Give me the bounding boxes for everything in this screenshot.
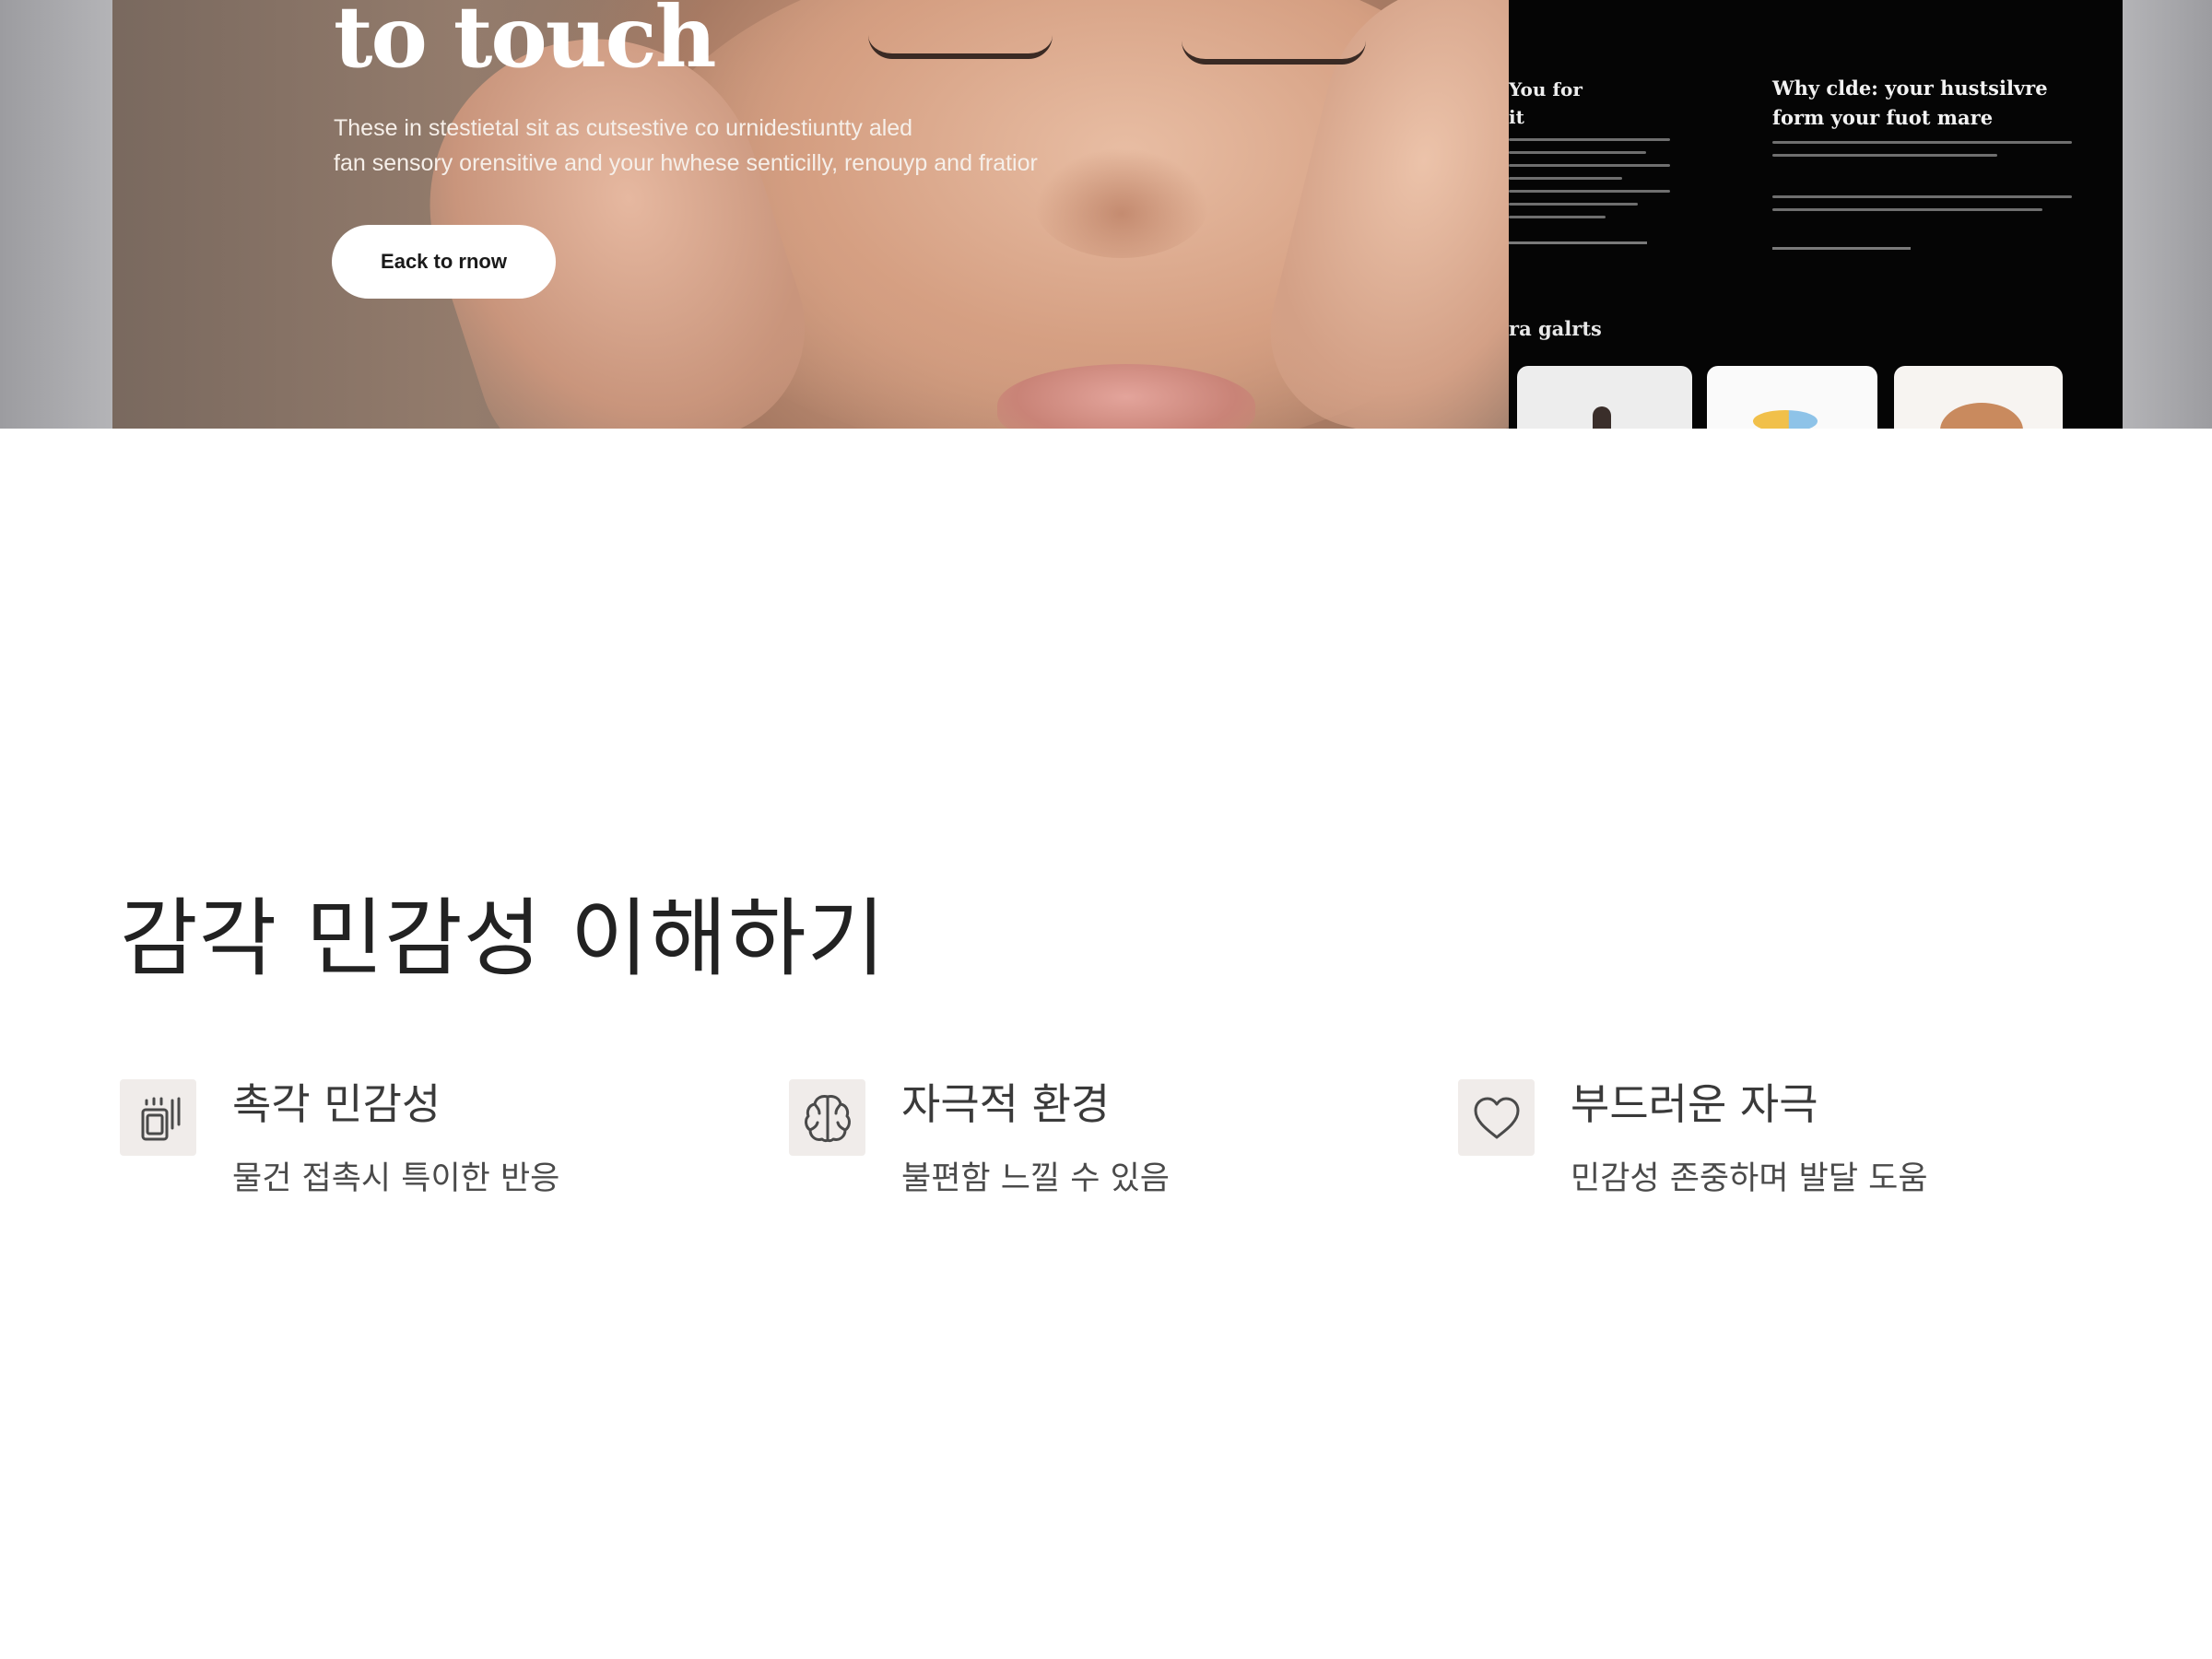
hero-image: to touch These in stestietal sit as cuts… <box>112 0 1509 429</box>
hero-subtitle-line-1: These in stestietal sit as cutsestive co… <box>334 115 913 141</box>
feature-touch-sensitivity: 촉각 민감성 물건 접촉시 특이한 반응 <box>120 1077 765 1224</box>
brain-icon <box>789 1079 865 1156</box>
feature-gentle-stimulation: 부드러운 자극 민감성 존중하며 발달 도움 <box>1458 1077 2103 1224</box>
touch-device-icon <box>120 1079 196 1156</box>
feature-description: 민감성 존중하며 발달 도움 <box>1571 1160 1928 1197</box>
panel-column-b-title: Why clde: your hustsilvre form your fuot… <box>1772 76 2048 129</box>
section-title: 감각 민감성 이해하기 <box>120 889 887 988</box>
panel-column-b-text-1 <box>1772 141 2072 167</box>
panel-column-a-footer <box>1509 241 1647 244</box>
hero-subtitle: These in stestietal sit as cutsestive co… <box>334 111 1163 181</box>
gallery-thumbnail-1 <box>1517 366 1692 429</box>
feature-description: 물건 접촉시 특이한 반응 <box>232 1160 560 1197</box>
panel-column-b-footer <box>1772 247 1911 250</box>
hero-subtitle-line-2: fan sensory orensitive and your hwhese s… <box>334 150 1038 176</box>
banner-right-margin <box>2123 0 2212 429</box>
closed-eye-right <box>1182 41 1366 65</box>
feature-title: 자극적 환경 <box>901 1079 1111 1129</box>
hero-title: to touch <box>334 0 717 87</box>
feature-description: 불편함 느낄 수 있음 <box>901 1160 1170 1197</box>
panel-column-a-text <box>1509 138 1670 229</box>
feature-title: 촉각 민감성 <box>232 1079 441 1129</box>
panel-column-a-title: You for it <box>1509 78 1583 128</box>
closed-eye-left <box>868 35 1053 59</box>
gallery-thumbnail-3 <box>1894 366 2063 429</box>
hero-cta-button[interactable]: Eack to rnow <box>332 225 556 299</box>
dark-side-panel: You for it Why clde: your hustsilvre for… <box>1509 0 2123 429</box>
feature-stimulating-environment: 자극적 환경 불편함 느낄 수 있음 <box>789 1077 1434 1224</box>
feature-title: 부드러운 자극 <box>1571 1079 1818 1129</box>
hero-banner-screenshot: to touch These in stestietal sit as cuts… <box>0 0 2212 429</box>
gallery-label: ra galrts <box>1509 317 1602 340</box>
banner-left-margin <box>0 0 112 429</box>
heart-icon <box>1458 1079 1535 1156</box>
gallery-thumbnail-2 <box>1707 366 1877 429</box>
panel-column-b-text-2 <box>1772 195 2072 221</box>
